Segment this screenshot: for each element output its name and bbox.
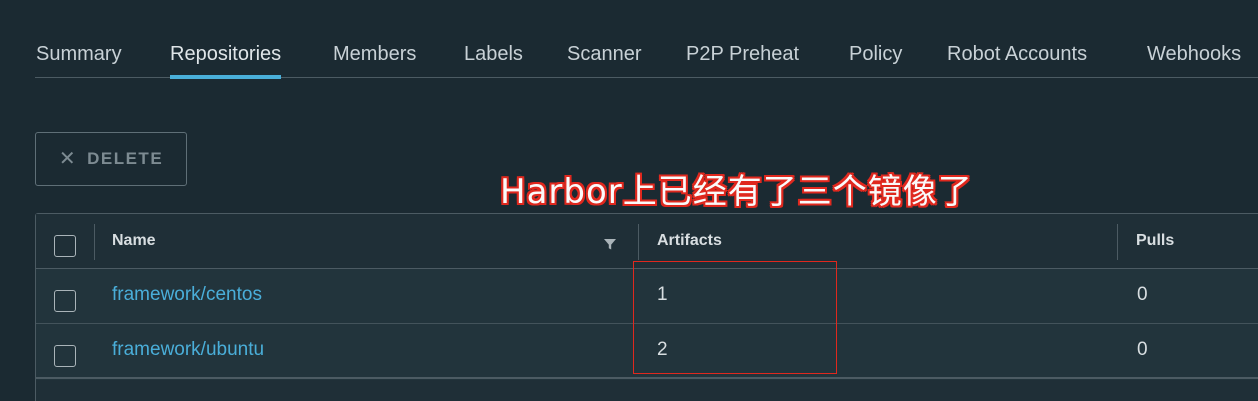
tab-robot-accounts[interactable]: Robot Accounts <box>947 40 1087 77</box>
column-separator[interactable] <box>1117 224 1118 260</box>
column-header-name[interactable]: Name <box>112 232 156 250</box>
pulls-count: 0 <box>1137 284 1148 305</box>
tab-webhooks[interactable]: Webhooks <box>1147 40 1241 77</box>
column-header-pulls[interactable]: Pulls <box>1136 232 1174 250</box>
project-tabs: Summary Repositories Members Labels Scan… <box>35 0 1258 79</box>
pulls-count: 0 <box>1137 339 1148 360</box>
tab-p2p-preheat[interactable]: P2P Preheat <box>686 40 799 77</box>
tab-repositories[interactable]: Repositories <box>170 40 282 79</box>
delete-button[interactable]: ✕ DELETE <box>35 132 187 186</box>
tab-labels[interactable]: Labels <box>464 40 523 77</box>
tab-members[interactable]: Members <box>333 40 416 77</box>
column-header-artifacts[interactable]: Artifacts <box>657 232 722 250</box>
project-detail-page: Summary Repositories Members Labels Scan… <box>0 0 1258 401</box>
annotation-text: Harbor上已经有了三个镜像了 <box>500 172 973 212</box>
close-icon: ✕ <box>58 148 78 170</box>
table-row: framework/centos 1 0 <box>36 269 1258 324</box>
artifacts-count: 1 <box>657 284 668 305</box>
column-separator[interactable] <box>638 224 639 260</box>
table-header-row: Name Artifacts Pulls <box>36 214 1258 269</box>
tab-scanner[interactable]: Scanner <box>567 40 642 77</box>
datagrid-footer <box>36 380 1258 401</box>
filter-icon[interactable] <box>603 237 617 251</box>
table-row: framework/ubuntu 2 0 <box>36 324 1258 379</box>
repository-name-link[interactable]: framework/centos <box>112 284 262 306</box>
select-all-checkbox[interactable] <box>54 235 76 257</box>
row-checkbox[interactable] <box>54 345 76 367</box>
repositories-datagrid: Name Artifacts Pulls framework/centos 1 … <box>35 213 1258 401</box>
tab-summary[interactable]: Summary <box>36 40 122 77</box>
repository-name-link[interactable]: framework/ubuntu <box>112 339 264 361</box>
artifacts-count: 2 <box>657 339 668 360</box>
row-checkbox[interactable] <box>54 290 76 312</box>
column-separator <box>94 224 95 260</box>
delete-button-label: DELETE <box>87 149 164 168</box>
tab-policy[interactable]: Policy <box>849 40 902 77</box>
